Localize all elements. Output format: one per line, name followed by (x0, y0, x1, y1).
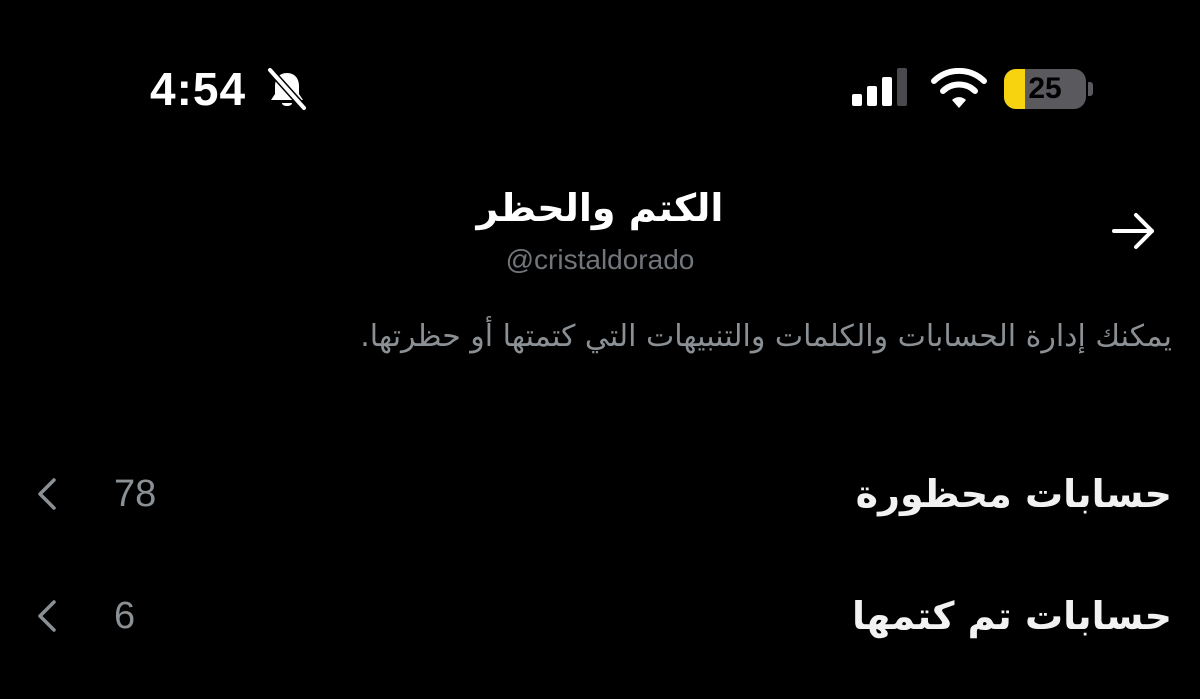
back-arrow-icon[interactable] (1108, 205, 1160, 257)
chevron-left-icon (38, 600, 56, 632)
bell-slash-icon (266, 67, 308, 111)
status-time: 4:54 (150, 63, 247, 115)
list-item-blocked-accounts[interactable]: حسابات محظورة 78 (0, 446, 1200, 542)
cellular-signal-icon (852, 68, 907, 106)
chevron-left-icon (38, 478, 56, 510)
list-item-muted-accounts[interactable]: حسابات تم كتمها 6 (0, 568, 1200, 664)
page-description: يمكنك إدارة الحسابات والكلمات والتنبيهات… (360, 319, 1172, 354)
list-item-count: 78 (114, 473, 157, 515)
list-item-label: حسابات محظورة (855, 472, 1172, 516)
status-bar: 4:54 25 (0, 0, 1200, 140)
wifi-icon (931, 68, 987, 108)
battery-level: 25 (1028, 72, 1062, 105)
account-handle: @cristaldorado (505, 244, 695, 275)
battery-indicator: 25 (1004, 69, 1086, 109)
list-item-count: 6 (114, 595, 136, 637)
battery-tip (1088, 82, 1093, 96)
list-item-label: حسابات تم كتمها (851, 594, 1172, 638)
page-title: الكتم والحظر (476, 186, 724, 230)
